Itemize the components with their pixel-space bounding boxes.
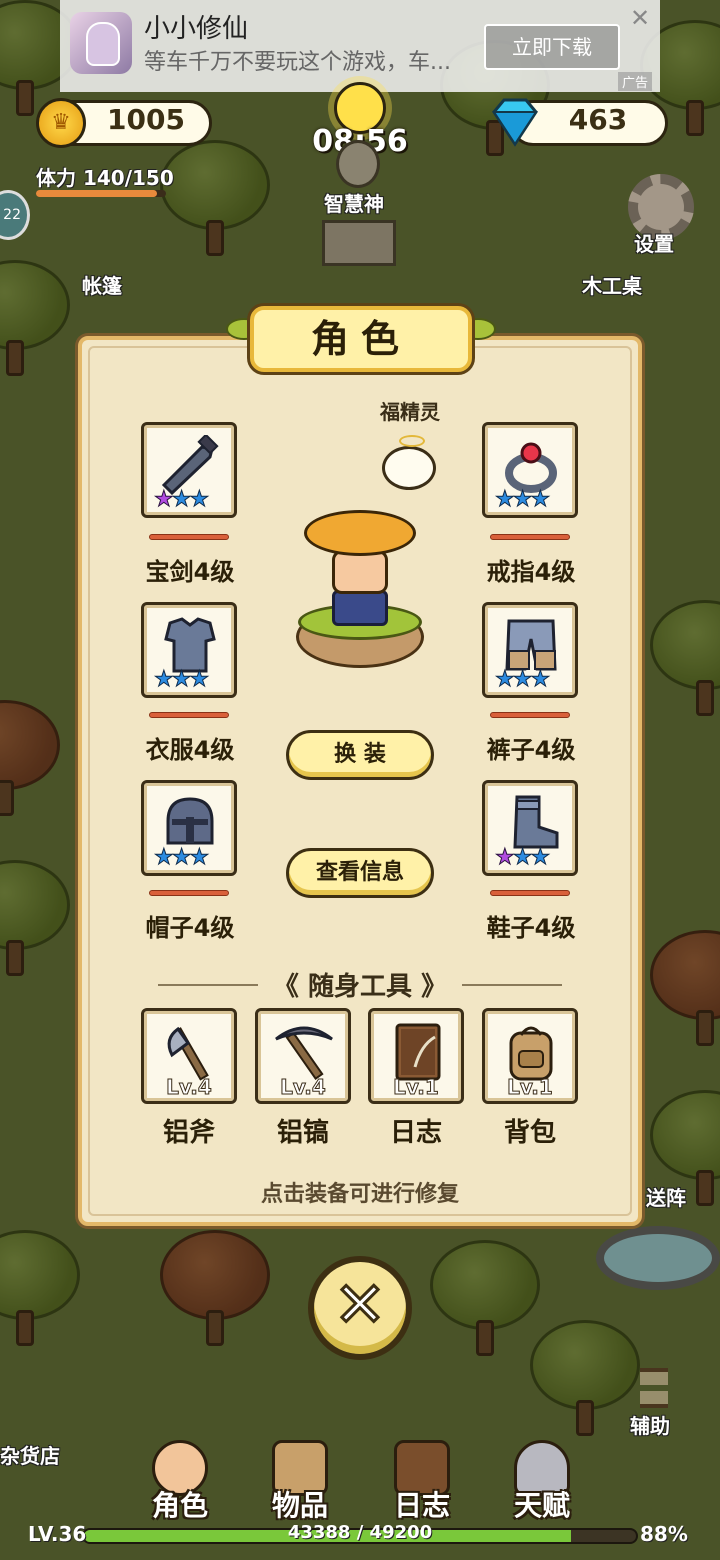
pickaxe-icon <box>275 1026 333 1080</box>
armor-icon <box>164 617 216 673</box>
nav-label: 角色 <box>151 1489 208 1522</box>
close-panel-button[interactable]: ✕ <box>308 1256 412 1360</box>
nav-label: 天赋 <box>513 1489 570 1522</box>
ring-label: 戒指4级 <box>486 558 576 586</box>
settings-label[interactable]: 设置 <box>634 228 674 257</box>
backpack-icon <box>509 1026 553 1081</box>
durability-bar <box>490 890 570 896</box>
axe-icon <box>167 1026 209 1081</box>
nav-label: 日志 <box>393 1489 450 1522</box>
xp-progress-text: 43388 / 49200 <box>287 1522 433 1543</box>
journal-label: 日志 <box>389 1118 442 1148</box>
ad-title: 小小修仙 <box>144 14 249 44</box>
sword-label: 宝剑4级 <box>145 558 235 586</box>
nav-character[interactable]: 角色 <box>132 1434 228 1524</box>
durability-bar <box>149 890 229 896</box>
tools-section-title: 《 随身工具 》 <box>160 966 560 1003</box>
star-rating: ★★★ <box>494 667 550 692</box>
tool-level: Lv.1 <box>393 1075 440 1100</box>
player-level: LV.36 <box>28 1522 87 1546</box>
crown-coin-icon: ♛ <box>36 98 86 148</box>
equip-slot-ring[interactable]: ★★★ <box>482 422 578 518</box>
helmet-label: 帽子4级 <box>145 914 235 942</box>
view-info-button[interactable]: 查看信息 <box>286 848 434 898</box>
book-icon <box>395 1023 441 1081</box>
shop-label: 杂货店 <box>0 1444 60 1468</box>
equip-slot-sword[interactable]: ★★★ <box>141 422 237 518</box>
pants-icon <box>505 619 557 671</box>
workbench-label: 木工桌 <box>582 274 642 298</box>
tent-label: 帐篷 <box>82 274 122 298</box>
ad-thumbnail <box>70 12 132 74</box>
tool-slot-backpack[interactable]: Lv.1 <box>482 1008 578 1104</box>
assist-label[interactable]: 辅助 <box>630 1410 670 1439</box>
nav-label: 物品 <box>271 1489 328 1522</box>
ad-close-icon[interactable]: ✕ <box>630 4 650 32</box>
armor-label: 衣服4级 <box>145 736 235 764</box>
pants-label: 裤子4级 <box>486 736 576 764</box>
boots-label: 鞋子4级 <box>486 914 576 942</box>
tool-level: Lv.1 <box>507 1075 554 1100</box>
tool-slot-pickaxe[interactable]: Lv.4 <box>255 1008 351 1104</box>
star-rating: ★★★ <box>154 487 210 512</box>
star-rating: ★★★ <box>495 845 551 870</box>
tool-level: Lv.4 <box>166 1075 213 1100</box>
statue-label: 智慧神 <box>324 192 384 216</box>
pet-label: 福精灵 <box>380 400 440 424</box>
sword-icon <box>161 435 219 495</box>
tool-slot-axe[interactable]: Lv.4 <box>141 1008 237 1104</box>
change-outfit-button[interactable]: 换 装 <box>286 730 434 780</box>
nav-talent[interactable]: 天赋 <box>494 1434 590 1524</box>
star-rating: ★★★ <box>153 667 209 692</box>
ad-banner[interactable]: 小小修仙 等车千万不要玩这个游戏，车... 立即下载 ✕ 广告 <box>60 0 660 92</box>
durability-bar <box>490 534 570 540</box>
equip-slot-boots[interactable]: ★★★ <box>482 780 578 876</box>
xp-percent: 88% <box>640 1522 688 1546</box>
pickaxe-label: 铝镐 <box>276 1118 329 1148</box>
coin-value: 1005 <box>107 103 185 136</box>
tools-left-mark: 《 <box>272 972 299 1002</box>
durability-bar <box>149 534 229 540</box>
durability-bar <box>490 712 570 718</box>
ad-download-button[interactable]: 立即下载 <box>484 24 620 70</box>
nav-items[interactable]: 物品 <box>252 1434 348 1524</box>
equip-slot-armor[interactable]: ★★★ <box>141 602 237 698</box>
stamina-label: 体力 140/150 <box>36 166 174 190</box>
star-rating: ★★★ <box>494 487 550 512</box>
stamina-bar <box>36 190 166 197</box>
axe-label: 铝斧 <box>162 1118 215 1148</box>
ad-tag: 广告 <box>618 72 653 91</box>
nav-journal[interactable]: 日志 <box>374 1434 470 1524</box>
teleport-label: 送阵 <box>646 1186 686 1210</box>
boots-icon <box>513 795 559 849</box>
star-rating: ★★★ <box>153 845 209 870</box>
panel-title: 角色 <box>250 306 472 372</box>
equip-slot-pants[interactable]: ★★★ <box>482 602 578 698</box>
tools-title: 随身工具 <box>307 972 412 1002</box>
backpack-label: 背包 <box>503 1118 556 1148</box>
tools-right-mark: 》 <box>421 972 448 1002</box>
ad-description: 等车千万不要玩这个游戏，车... <box>144 50 451 75</box>
repair-hint: 点击装备可进行修复 <box>260 1182 459 1207</box>
helmet-icon <box>166 797 214 845</box>
durability-bar <box>149 712 229 718</box>
ring-icon <box>505 442 557 493</box>
equip-slot-helmet[interactable]: ★★★ <box>141 780 237 876</box>
tool-level: Lv.4 <box>280 1075 327 1100</box>
pet-spirit-icon[interactable] <box>382 435 436 490</box>
tool-slot-journal[interactable]: Lv.1 <box>368 1008 464 1104</box>
stamina-fill <box>36 190 158 197</box>
diamond-icon <box>492 98 538 147</box>
gem-value: 463 <box>568 103 628 136</box>
character-avatar <box>296 506 424 676</box>
